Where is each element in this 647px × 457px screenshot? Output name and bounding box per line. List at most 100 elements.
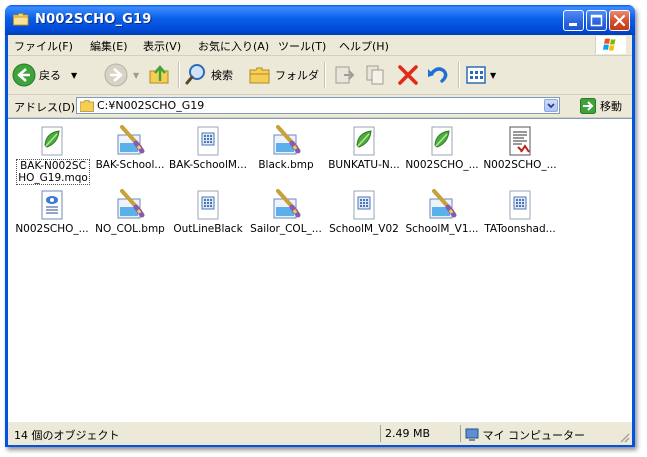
up-folder-button[interactable] [148, 60, 172, 90]
file-name-label: Black.bmp [258, 159, 314, 171]
move-to-button[interactable] [332, 60, 356, 90]
menu-bar: ファイル(F) 編集(E) 表示(V) お気に入り(A) ツール(T) ヘルプ(… [8, 35, 632, 56]
file-name-label: N002SCHO_... [15, 223, 89, 235]
close-icon [613, 14, 626, 27]
go-button[interactable]: 移動 [580, 97, 622, 114]
file-item[interactable]: BAK-N002SCHO_G19.mqo [13, 123, 91, 187]
views-icon [466, 66, 486, 84]
resize-grip-icon[interactable] [618, 431, 630, 443]
file-item[interactable]: N002SCHO_... [481, 123, 559, 187]
file-item[interactable]: NO_COL.bmp [91, 187, 169, 251]
file-name-label: SchoolM_V02 [329, 223, 399, 235]
file-item[interactable]: OutLineBlack [169, 187, 247, 251]
status-size: 2.49 MB [380, 425, 460, 442]
minimize-button[interactable] [563, 10, 584, 31]
bmp-paint-icon [114, 125, 146, 157]
config-file-icon [36, 189, 68, 221]
bmp-paint-icon [270, 189, 302, 221]
toolbar-separator [324, 62, 326, 88]
go-label: 移動 [600, 99, 622, 113]
file-name-label: NO_COL.bmp [95, 223, 165, 235]
generic-file-icon [504, 189, 536, 221]
menu-file[interactable]: ファイル(F) [14, 38, 73, 54]
go-arrow-icon [580, 97, 596, 114]
folder-icon [13, 13, 29, 26]
bmp-paint-icon [426, 189, 458, 221]
mqo-leaf-icon [426, 125, 458, 157]
toolbar-separator [178, 62, 180, 88]
address-dropdown-button[interactable] [544, 99, 558, 112]
search-icon [185, 64, 205, 85]
file-name-label: Sailor_COL_... [250, 223, 322, 235]
status-bar: 14 個のオブジェクト 2.49 MB マイ コンピューター [8, 421, 632, 445]
file-name-label: BUNKATU-N... [328, 159, 400, 171]
my-computer-icon [465, 428, 479, 441]
mqo-leaf-icon [36, 125, 68, 157]
back-arrow-icon [12, 63, 36, 87]
address-bar: アドレス(D) C:¥N002SCHO_G19 移動 [8, 95, 632, 118]
file-name-label: N002SCHO_... [405, 159, 479, 171]
status-zone-label: マイ コンピューター [482, 429, 586, 442]
status-object-count: 14 個のオブジェクト [14, 429, 120, 442]
title-bar[interactable]: N002SCHO_G19 [5, 5, 635, 35]
file-item[interactable]: N002SCHO_... [13, 187, 91, 251]
folders-icon [249, 67, 270, 84]
file-item[interactable]: BAK-School... [91, 123, 169, 187]
standard-toolbar: 戻る ▼ ▼ 検索 フォルダ ▼ [8, 56, 632, 95]
file-item[interactable]: N002SCHO_... [403, 123, 481, 187]
file-item[interactable]: TAToonshad... [481, 187, 559, 251]
back-button[interactable]: 戻る ▼ [12, 60, 77, 90]
back-label: 戻る [39, 69, 61, 82]
window-frame: ファイル(F) 編集(E) 表示(V) お気に入り(A) ツール(T) ヘルプ(… [8, 35, 632, 445]
generic-file-icon [192, 189, 224, 221]
undo-button[interactable] [426, 60, 450, 90]
status-zone: マイ コンピューター [460, 425, 620, 442]
folder-icon [80, 100, 94, 112]
menu-edit[interactable]: 編集(E) [90, 38, 128, 54]
search-button[interactable]: 検索 [184, 60, 233, 90]
file-item[interactable]: Sailor_COL_... [247, 187, 325, 251]
explorer-window: N002SCHO_G19 ファイル(F) 編集(E) 表示(V) お気に入り(A… [5, 5, 635, 447]
copy-to-icon [366, 65, 384, 85]
address-value: C:¥N002SCHO_G19 [97, 99, 205, 112]
generic-file-icon [192, 125, 224, 157]
windows-logo-icon [595, 36, 626, 54]
undo-icon [428, 67, 448, 83]
menu-tools[interactable]: ツール(T) [278, 38, 326, 54]
views-button[interactable]: ▼ [464, 60, 496, 90]
file-name-label: BAK-SchoolM... [169, 159, 247, 171]
menu-favorites[interactable]: お気に入り(A) [198, 38, 269, 54]
up-folder-icon [149, 65, 169, 84]
delete-button[interactable] [396, 60, 420, 90]
forward-arrow-icon [104, 63, 128, 87]
folders-label: フォルダ [275, 69, 319, 82]
file-list-area[interactable]: BAK-N002SCHO_G19.mqo BAK-School... BAK-Sch… [8, 118, 632, 421]
address-field[interactable]: C:¥N002SCHO_G19 [76, 97, 560, 114]
forward-dropdown-icon[interactable]: ▼ [133, 71, 139, 80]
file-item[interactable]: BUNKATU-N... [325, 123, 403, 187]
file-name-label: OutLineBlack [173, 223, 243, 235]
maximize-button[interactable] [586, 10, 607, 31]
file-item[interactable]: Black.bmp [247, 123, 325, 187]
views-dropdown-icon[interactable]: ▼ [490, 71, 496, 80]
generic-file-icon [348, 189, 380, 221]
menu-view[interactable]: 表示(V) [143, 38, 181, 54]
file-item[interactable]: SchoolM_V1... [403, 187, 481, 251]
copy-to-button[interactable] [364, 60, 388, 90]
maximize-icon [590, 14, 603, 27]
file-item[interactable]: BAK-SchoolM... [169, 123, 247, 187]
close-button[interactable] [609, 10, 630, 31]
folders-button[interactable]: フォルダ [248, 60, 319, 90]
back-dropdown-icon[interactable]: ▼ [71, 71, 77, 80]
file-item[interactable]: SchoolM_V02 [325, 187, 403, 251]
window-title: N002SCHO_G19 [35, 12, 152, 27]
delete-x-icon [398, 65, 418, 85]
menu-help[interactable]: ヘルプ(H) [339, 38, 389, 54]
toolbar-separator [458, 62, 460, 88]
mqo-leaf-icon [348, 125, 380, 157]
forward-button[interactable]: ▼ [104, 60, 139, 90]
minimize-icon [569, 23, 577, 26]
file-name-label: SchoolM_V1... [405, 223, 479, 235]
file-name-label: N002SCHO_... [483, 159, 557, 171]
chevron-down-icon [547, 103, 555, 109]
